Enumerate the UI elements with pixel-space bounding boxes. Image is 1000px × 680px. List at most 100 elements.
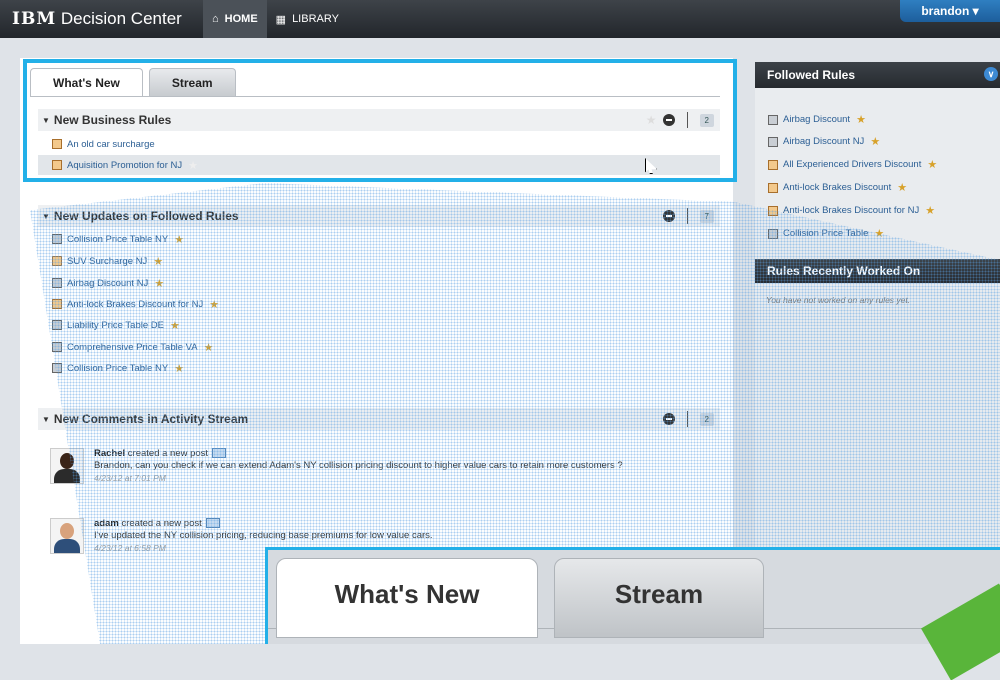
divider [686,112,688,128]
star-icon[interactable]: ★ [856,113,866,126]
star-icon[interactable]: ★ [174,233,184,246]
followed-rule-label: Airbag Discount [783,114,851,125]
followed-rules-title: Followed Rules [767,68,856,82]
followed-rule-label: Collision Price Table [783,228,869,239]
post-text: Brandon, can you check if we can extend … [94,460,623,471]
rule-label: An old car surcharge [67,138,155,150]
nav-home[interactable]: ⌂ HOME [203,0,267,38]
table-rule-icon [52,320,62,330]
avatar[interactable] [50,518,84,554]
chevron-down-icon: ▾ [972,4,979,18]
followed-rule-link[interactable]: All Experienced Drivers Discount ★ [768,158,937,171]
followed-rule-label: Anti-lock Brakes Discount for NJ [783,205,920,216]
nav-home-label: HOME [224,13,258,25]
rule-link[interactable]: SUV Surcharge NJ ★ [52,253,163,269]
brand-logo: IBM [12,9,57,29]
tab-bar: What's New Stream [30,68,242,97]
rule-link[interactable]: Anti-lock Brakes Discount for NJ ★ [52,296,219,312]
main-nav: ⌂ HOME ▦ LIBRARY [203,0,348,38]
star-outline-icon[interactable]: ★ [646,113,657,127]
post-author[interactable]: Rachel [94,448,125,459]
home-icon: ⌂ [212,13,219,25]
zoom-callout: What's New Stream [265,547,1000,644]
user-name: brandon [921,4,970,18]
rule-link[interactable]: Airbag Discount NJ ★ [52,275,164,291]
post-action: created a new post [127,448,209,459]
rule-link[interactable]: Aquisition Promotion for NJ ★ [38,155,720,175]
collapse-caret-icon[interactable]: ▼ [42,415,50,424]
remove-icon[interactable] [662,210,675,222]
rule-label: Comprehensive Price Table VA [67,341,198,353]
post-icon [212,448,227,459]
followed-rule-label: Anti-lock Brakes Discount [783,182,892,193]
library-icon: ▦ [275,13,287,26]
post-author[interactable]: adam [94,518,119,529]
user-menu[interactable]: brandon ▾ [900,0,1000,22]
tab-divider [30,96,720,97]
rule-icon [52,139,62,149]
star-icon[interactable]: ★ [204,341,214,354]
rule-link[interactable]: Collision Price Table NY ★ [52,231,184,247]
collapse-caret-icon[interactable]: ▼ [42,116,50,125]
section-new-comments[interactable]: ▼ New Comments in Activity Stream 2 [38,408,720,430]
star-icon[interactable]: ★ [927,158,937,171]
rule-link[interactable]: Collision Price Table NY ★ [52,360,184,376]
recent-rules-empty: You have not worked on any rules yet. [766,295,911,305]
followed-rule-link[interactable]: Airbag Discount NJ ★ [768,135,880,148]
star-icon[interactable]: ★ [174,362,184,375]
followed-rule-label: All Experienced Drivers Discount [783,159,922,170]
nav-library[interactable]: ▦ LIBRARY [267,0,348,38]
zoom-tab-stream[interactable]: Stream [554,558,764,638]
rule-label: Aquisition Promotion for NJ [67,159,183,171]
star-icon[interactable]: ★ [870,135,880,148]
rule-link[interactable]: Comprehensive Price Table VA ★ [52,339,213,355]
section-title: New Comments in Activity Stream [53,412,249,426]
star-icon[interactable]: ★ [874,227,884,240]
count-badge: 2 [699,113,714,127]
section-new-business-rules[interactable]: ▼ New Business Rules ★ 2 [38,109,720,131]
star-icon[interactable]: ★ [897,181,907,194]
recent-rules-header: Rules Recently Worked On [755,259,1000,283]
top-bar: IBM Decision Center ⌂ HOME ▦ LIBRARY brand… [0,0,1000,38]
activity-post: Rachel created a new post Brandon, can y… [50,448,623,484]
avatar-head [60,523,74,539]
divider [686,208,688,224]
nav-library-label: LIBRARY [292,13,339,25]
avatar[interactable] [50,448,84,484]
star-icon[interactable]: ★ [170,319,180,332]
star-outline-icon[interactable]: ★ [188,159,198,172]
rule-icon [52,160,62,170]
star-icon[interactable]: ★ [154,277,164,290]
star-icon[interactable]: ★ [153,255,163,268]
followed-rule-link[interactable]: Collision Price Table ★ [768,227,884,240]
double-chevron-icon[interactable]: ∨ [984,67,998,81]
count-badge: 7 [699,209,714,223]
followed-rule-link[interactable]: Airbag Discount ★ [768,113,866,126]
rule-icon [768,182,778,193]
zoom-tab-whats-new[interactable]: What's New [276,558,538,638]
table-rule-icon [52,363,62,373]
rule-link[interactable]: Liability Price Table DE ★ [52,317,180,333]
app-logo: IBM Decision Center [12,9,182,29]
collapse-caret-icon[interactable]: ▼ [42,212,50,221]
table-rule-icon [52,342,62,352]
remove-icon[interactable] [662,114,675,126]
table-rule-icon [52,234,62,244]
rule-link[interactable]: An old car surcharge [52,136,155,152]
rule-icon [768,205,778,216]
section-title: New Updates on Followed Rules [53,209,239,223]
post-date: 4/23/12 at 7:01 PM [94,473,166,483]
tab-stream[interactable]: Stream [148,68,236,97]
followed-rule-link[interactable]: Anti-lock Brakes Discount ★ [768,181,907,194]
followed-rule-link[interactable]: Anti-lock Brakes Discount for NJ ★ [768,204,935,217]
section-new-updates[interactable]: ▼ New Updates on Followed Rules 7 [38,205,720,227]
avatar-body [54,469,80,483]
star-icon[interactable]: ★ [209,298,219,311]
table-rule-icon [768,114,778,125]
table-rule-icon [768,228,778,239]
star-icon[interactable]: ★ [925,204,935,217]
avatar-body [54,539,80,553]
rule-label: Collision Price Table NY [67,362,169,374]
tab-whats-new[interactable]: What's New [30,68,143,97]
remove-icon[interactable] [662,413,675,425]
